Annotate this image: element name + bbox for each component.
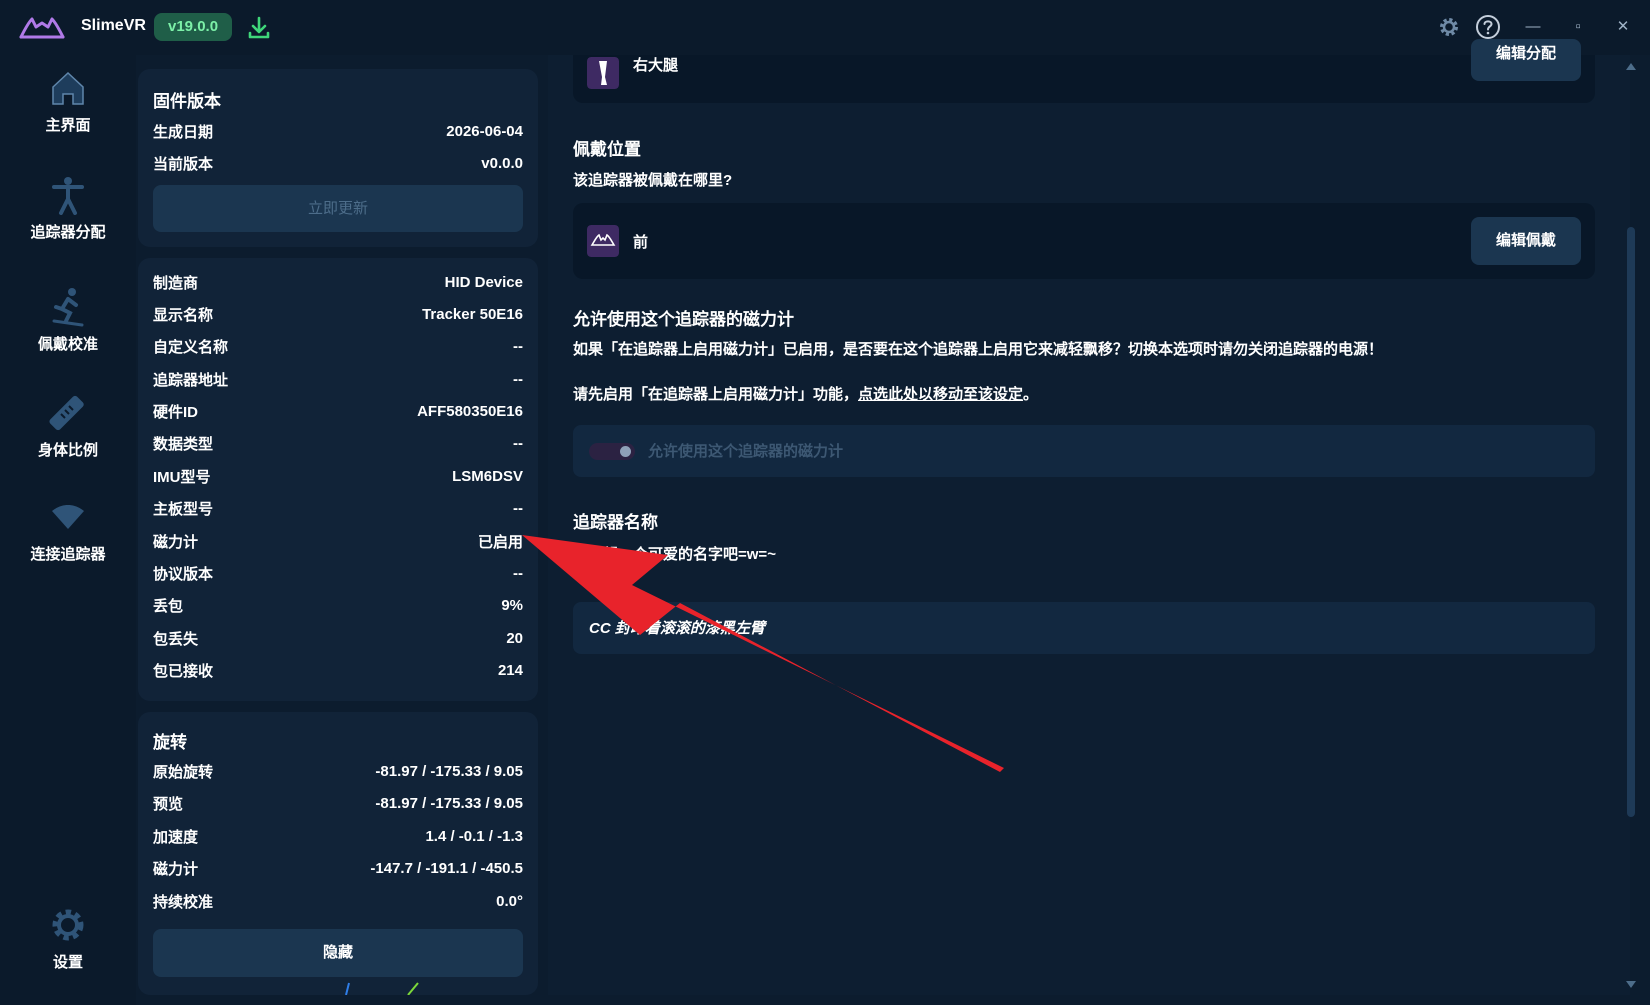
detail-row: 包丢失 20 — [153, 629, 523, 648]
edit-mounting-button[interactable]: 编辑佩戴 — [1471, 217, 1581, 265]
wifi-icon — [52, 505, 84, 529]
minimize-icon[interactable]: — — [1520, 14, 1546, 40]
sidebar-item-label: 佩戴校准 — [37, 336, 98, 353]
settings-gear-icon[interactable] — [1436, 14, 1462, 40]
sidebar-item-home[interactable]: 主界面 — [0, 68, 136, 135]
scroll-down-icon[interactable] — [1625, 980, 1637, 990]
version-badge[interactable]: v19.0.0 — [154, 13, 233, 41]
firmware-row: 当前版本 v0.0.0 — [153, 154, 523, 173]
tracker-name-title: 追踪器名称 — [573, 513, 658, 532]
scrollbar[interactable] — [1622, 55, 1640, 995]
detail-row: 硬件ID AFF580350E16 — [153, 402, 523, 421]
rotation-title: 旋转 — [153, 733, 187, 752]
tracker-name-description: 给它起一个可爱的名字吧=w=~ — [573, 546, 776, 563]
go-to-setting-link[interactable]: 点选此处以移动至该设定 — [858, 386, 1023, 403]
firmware-row: 生成日期 2026-06-04 — [153, 122, 523, 141]
sidebar-item-label: 身体比例 — [37, 442, 98, 459]
firmware-title: 固件版本 — [153, 92, 221, 111]
magnetometer-toggle[interactable] — [589, 443, 635, 460]
axis-preview-icon — [345, 982, 419, 995]
tracker-name-value: CC 封印着滚滚的漆黑左臂 — [589, 620, 765, 637]
detail-row: 协议版本 -- — [153, 564, 523, 583]
magnetometer-toggle-label: 允许使用这个追踪器的磁力计 — [648, 443, 844, 460]
gear-icon — [52, 909, 84, 941]
mounting-front-icon — [587, 225, 619, 257]
sidebar-item-settings[interactable]: 设置 — [0, 905, 136, 972]
tracker-name-input[interactable]: CC 封印着滚滚的漆黑左臂 — [573, 602, 1595, 654]
update-now-button[interactable]: 立即更新 — [153, 185, 523, 232]
rotation-row: 持续校准 0.0° — [153, 892, 523, 911]
close-icon[interactable]: ✕ — [1610, 14, 1636, 40]
sidebar-item-label: 主界面 — [45, 117, 91, 134]
scroll-thumb[interactable] — [1627, 227, 1635, 817]
sidebar: 主界面 追踪器分配 佩戴校准 身体比例 连接追踪器 设置 — [0, 55, 136, 1005]
magnetometer-hint: 请先启用「在追踪器上启用磁力计」功能，点选此处以移动至该设定。 — [573, 386, 1039, 403]
edit-assignment-button[interactable]: 编辑分配 — [1471, 39, 1581, 81]
mounting-value: 前 — [633, 234, 649, 251]
detail-row: 数据类型 -- — [153, 434, 523, 453]
sidebar-item-connect[interactable]: 连接追踪器 — [0, 497, 136, 564]
ruler-icon — [49, 395, 84, 431]
title-bar: SlimeVR v19.0.0 — ▫ ✕ — [0, 0, 1650, 55]
detail-row: 丢包 9% — [153, 596, 523, 615]
rotation-panel: 旋转 原始旋转 -81.97 / -175.33 / 9.05 预览 -81.97 … — [138, 712, 538, 995]
rotation-row: 磁力计 -147.7 / -191.1 / -450.5 — [153, 859, 523, 878]
tracker-settings-content: 右大腿 编辑分配 佩戴位置 该追踪器被佩戴在哪里? 前 编辑佩戴 允许使用这个追… — [548, 39, 1630, 995]
rotation-row: 加速度 1.4 / -0.1 / -1.3 — [153, 827, 523, 846]
magnetometer-toggle-row: 允许使用这个追踪器的磁力计 — [573, 425, 1595, 477]
sidebar-item-label: 追踪器分配 — [30, 224, 106, 241]
person-icon — [52, 177, 84, 215]
assignment-card: 右大腿 编辑分配 — [573, 39, 1595, 103]
sidebar-item-mounting[interactable]: 佩戴校准 — [0, 287, 136, 354]
detail-row: 包已接收 214 — [153, 661, 523, 680]
magnetometer-title: 允许使用这个追踪器的磁力计 — [573, 310, 794, 329]
mounting-title: 佩戴位置 — [573, 140, 641, 159]
detail-row: IMU型号 LSM6DSV — [153, 467, 523, 486]
detail-row: 追踪器地址 -- — [153, 370, 523, 389]
app-name: SlimeVR — [81, 17, 146, 34]
hide-button[interactable]: 隐藏 — [153, 929, 523, 977]
sidebar-item-label: 设置 — [52, 954, 83, 971]
tracker-details-panel: 制造商 HID Device 显示名称 Tracker 50E16 自定义名称 -- … — [138, 258, 538, 701]
sidebar-item-label: 连接追踪器 — [30, 546, 106, 563]
mounting-question: 该追踪器被佩戴在哪里? — [573, 172, 733, 189]
toggle-knob — [620, 446, 631, 457]
download-icon[interactable] — [246, 15, 272, 41]
skier-icon — [52, 288, 84, 327]
detail-row: 显示名称 Tracker 50E16 — [153, 305, 523, 324]
sidebar-item-assignment[interactable]: 追踪器分配 — [0, 175, 136, 242]
rotation-row: 预览 -81.97 / -175.33 / 9.05 — [153, 794, 523, 813]
scroll-up-icon[interactable] — [1625, 61, 1637, 71]
home-icon — [52, 71, 84, 105]
firmware-panel: 固件版本 生成日期 2026-06-04 当前版本 v0.0.0 立即更新 — [138, 69, 538, 247]
help-icon[interactable] — [1475, 14, 1501, 40]
detail-row: 主板型号 -- — [153, 499, 523, 518]
mounting-card: 前 编辑佩戴 — [573, 203, 1595, 279]
slimevr-logo-icon — [19, 17, 65, 39]
detail-row: 自定义名称 -- — [153, 337, 523, 356]
detail-row: 制造商 HID Device — [153, 273, 523, 292]
detail-row-magnetometer: 磁力计 已启用 — [153, 533, 523, 551]
sidebar-item-proportions[interactable]: 身体比例 — [0, 393, 136, 460]
rotation-row: 原始旋转 -81.97 / -175.33 / 9.05 — [153, 762, 523, 781]
magnetometer-description: 如果「在追踪器上启用磁力计」已启用，是否要在这个追踪器上启用它来减轻飘移？切换本… — [573, 341, 1384, 358]
assigned-body-part: 右大腿 — [633, 57, 679, 74]
maximize-icon[interactable]: ▫ — [1565, 14, 1591, 40]
thigh-icon — [587, 57, 619, 89]
